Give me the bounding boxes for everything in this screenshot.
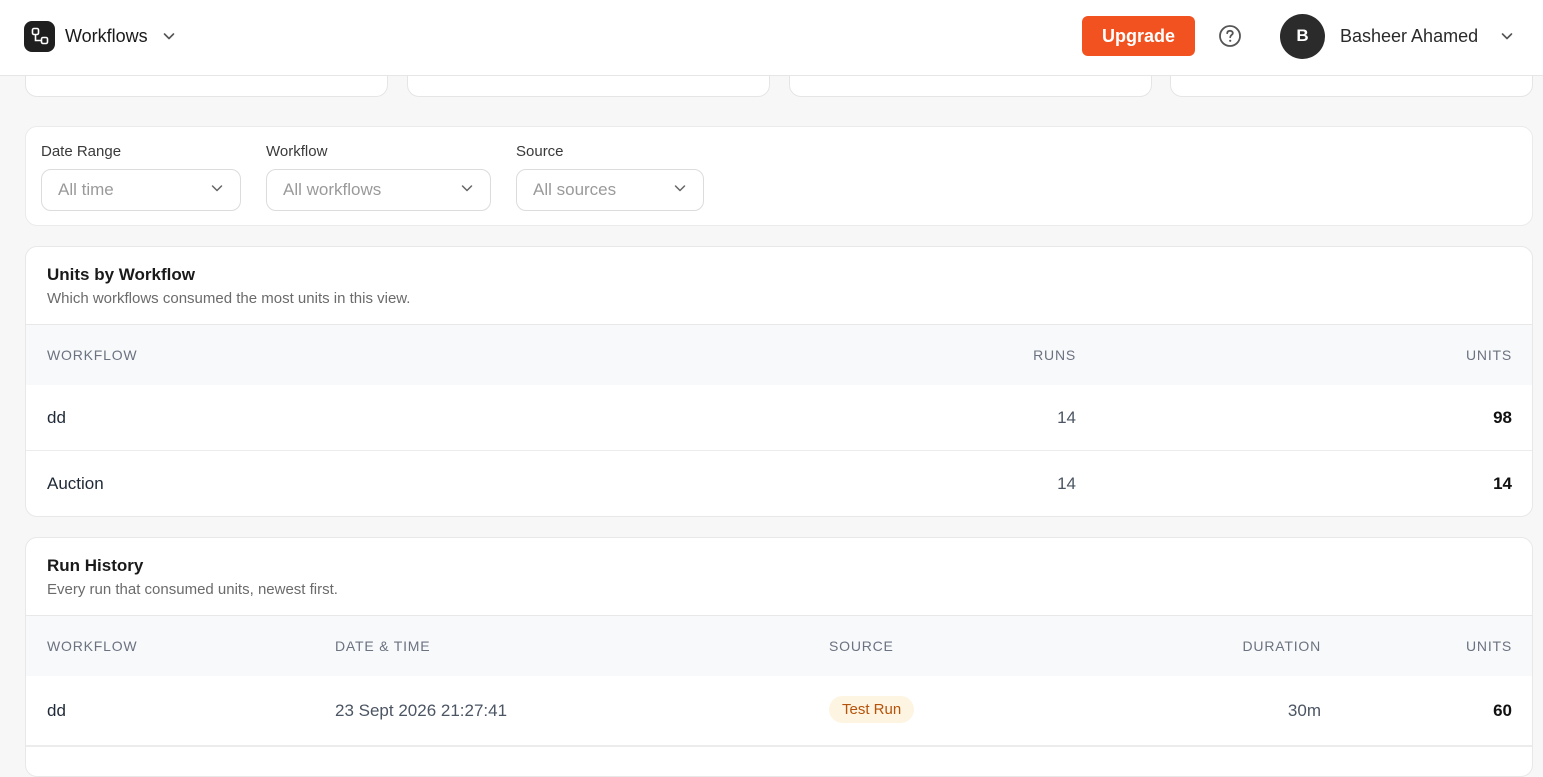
table-row[interactable]: dd 14 98 — [26, 385, 1532, 451]
column-header-source: SOURCE — [829, 638, 894, 654]
workflow-name: Auction — [47, 474, 104, 493]
status-badge: Test Run — [829, 696, 915, 723]
units-count: 14 — [1493, 474, 1512, 493]
run-history-panel: Run History Every run that consumed unit… — [25, 537, 1533, 777]
run-date-time: 23 Sept 2026 21:27:41 — [335, 701, 508, 720]
chevron-down-icon — [162, 29, 176, 43]
workflow-name: dd — [47, 408, 66, 427]
chevron-down-icon — [210, 181, 224, 200]
units-count: 60 — [1493, 701, 1512, 720]
column-header-date-time: DATE & TIME — [335, 638, 431, 654]
chevron-down-icon — [673, 181, 687, 200]
source-filter-label: Source — [516, 143, 564, 160]
column-header-duration: DURATION — [1242, 638, 1321, 654]
user-name: Basheer Ahamed — [1340, 25, 1479, 46]
panel-header: Run History Every run that consumed unit… — [26, 538, 1532, 616]
filters-panel: Date Range All time Workflow All workflo… — [25, 126, 1533, 226]
workflow-filter-label: Workflow — [266, 143, 328, 160]
workflow-filter-value: All workflows — [283, 180, 382, 199]
workflow-name: dd — [47, 701, 66, 720]
workflow-logo-icon — [24, 20, 55, 52]
column-header-units: UNITS — [1466, 347, 1512, 363]
run-duration: 30m — [1287, 701, 1321, 720]
units-count: 98 — [1493, 408, 1512, 427]
source-cell: Test Run — [829, 696, 915, 723]
workflow-select[interactable]: All workflows — [266, 169, 491, 211]
avatar: B — [1280, 13, 1325, 59]
user-menu[interactable]: B Basheer Ahamed — [1280, 13, 1514, 59]
panel-title: Units by Workflow — [47, 265, 195, 284]
panel-title: Run History — [47, 556, 144, 575]
table-row[interactable] — [26, 746, 1532, 776]
help-icon[interactable] — [1218, 24, 1242, 48]
panel-subtitle: Every run that consumed units, newest fi… — [47, 581, 338, 598]
source-select[interactable]: All sources — [516, 169, 704, 211]
runs-count: 14 — [1057, 474, 1076, 493]
source-filter: Source All sources — [516, 143, 704, 211]
source-filter-value: All sources — [533, 180, 617, 199]
app-title: Workflows — [65, 25, 148, 46]
workflow-filter: Workflow All workflows — [266, 143, 491, 211]
table-header: WORKFLOW DATE & TIME SOURCE DURATION UNI… — [26, 616, 1532, 676]
column-header-workflow: WORKFLOW — [47, 638, 138, 654]
chevron-down-icon — [460, 181, 474, 200]
units-by-workflow-panel: Units by Workflow Which workflows consum… — [25, 246, 1533, 517]
date-range-value: All time — [58, 180, 114, 199]
date-range-select[interactable]: All time — [41, 169, 241, 211]
runs-count: 14 — [1057, 408, 1076, 427]
table-header: WORKFLOW RUNS UNITS — [26, 325, 1532, 385]
table-row[interactable]: Auction 14 14 — [26, 451, 1532, 516]
panel-subtitle: Which workflows consumed the most units … — [47, 290, 411, 307]
upgrade-button[interactable]: Upgrade — [1082, 16, 1195, 56]
column-header-units: UNITS — [1466, 638, 1512, 654]
table-row[interactable]: dd 23 Sept 2026 21:27:41 Test Run 30m 60 — [26, 676, 1532, 746]
panel-header: Units by Workflow Which workflows consum… — [26, 247, 1532, 325]
column-header-workflow: WORKFLOW — [47, 347, 138, 363]
top-bar: Workflows Upgrade B Basheer Ahamed — [0, 0, 1543, 76]
column-header-runs: RUNS — [1033, 347, 1076, 363]
workflows-switcher[interactable]: Workflows — [24, 20, 176, 52]
date-range-filter: Date Range All time — [41, 143, 241, 211]
date-range-label: Date Range — [41, 143, 122, 160]
chevron-down-icon — [1500, 29, 1514, 43]
